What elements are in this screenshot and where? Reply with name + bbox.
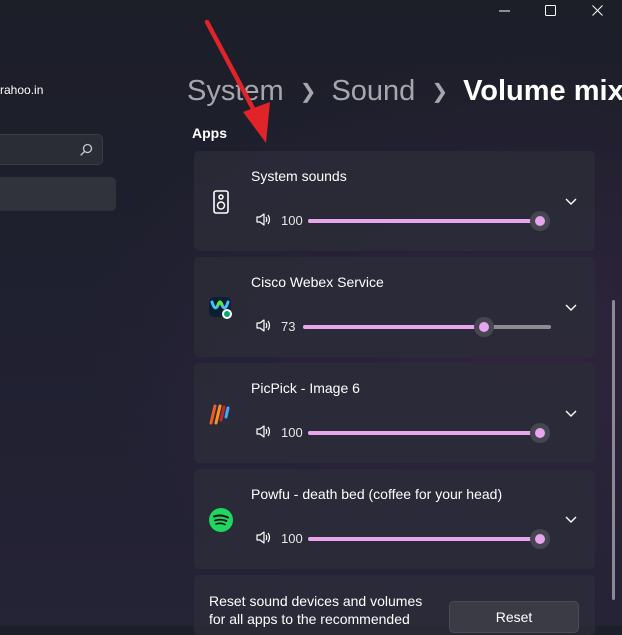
volume-slider-fill <box>308 431 540 435</box>
account-email: rahoo.in <box>0 83 44 97</box>
volume-slider[interactable] <box>308 423 550 443</box>
volume-slider-fill <box>303 325 485 329</box>
reset-card: Reset sound devices and volumes for all … <box>194 575 595 635</box>
maximize-button[interactable] <box>527 0 573 20</box>
chevron-down-icon[interactable] <box>565 407 577 419</box>
volume-value: 100 <box>281 531 303 546</box>
app-name: Cisco Webex Service <box>251 274 384 290</box>
app-card-system-sounds: System sounds 100 <box>194 151 595 251</box>
spotify-icon <box>209 508 233 532</box>
volume-slider[interactable] <box>308 211 550 231</box>
volume-slider-thumb[interactable] <box>530 211 550 231</box>
chevron-down-icon[interactable] <box>565 301 577 313</box>
picpick-icon <box>209 404 230 425</box>
breadcrumb-sound[interactable]: Sound <box>331 75 415 108</box>
app-card-webex: Cisco Webex Service 73 <box>194 257 595 357</box>
volume-value: 73 <box>281 319 296 334</box>
section-title-apps: Apps <box>192 125 227 141</box>
volume-slider[interactable] <box>308 529 550 549</box>
app-name: Powfu - death bed (coffee for your head) <box>251 486 503 502</box>
volume-slider-thumb[interactable] <box>530 529 550 549</box>
search-icon <box>80 143 93 156</box>
webex-icon <box>209 297 232 319</box>
breadcrumb: System ❯ Sound ❯ Volume mixer <box>187 72 622 110</box>
volume-icon[interactable] <box>255 317 272 334</box>
minimize-button[interactable] <box>481 0 527 20</box>
app-card-picpick: PicPick - Image 6 100 <box>194 363 595 463</box>
minimize-icon <box>498 10 510 11</box>
page-title: Volume mixer <box>463 74 622 107</box>
volume-slider-fill <box>308 219 540 223</box>
sidebar: rahoo.in <box>0 0 160 626</box>
chevron-right-icon: ❯ <box>431 80 449 103</box>
chevron-down-icon[interactable] <box>565 195 577 207</box>
volume-icon[interactable] <box>255 423 272 440</box>
volume-slider-thumb[interactable] <box>530 423 550 443</box>
app-card-spotify: Powfu - death bed (coffee for your head)… <box>194 469 595 569</box>
breadcrumb-system[interactable]: System <box>187 75 284 108</box>
app-name: PicPick - Image 6 <box>251 380 360 396</box>
close-icon <box>591 4 603 16</box>
volume-value: 100 <box>281 213 303 228</box>
app-name: System sounds <box>251 168 347 184</box>
volume-slider[interactable] <box>303 317 551 337</box>
sidebar-item-selected[interactable] <box>0 177 116 211</box>
volume-value: 100 <box>281 425 303 440</box>
chevron-down-icon[interactable] <box>565 513 577 525</box>
close-button[interactable] <box>574 0 620 20</box>
volume-icon[interactable] <box>255 529 272 546</box>
reset-button[interactable]: Reset <box>449 601 579 633</box>
volume-icon[interactable] <box>255 211 272 228</box>
scrollbar[interactable] <box>612 300 615 600</box>
reset-description: Reset sound devices and volumes for all … <box>209 593 423 627</box>
maximize-icon <box>544 4 556 16</box>
volume-slider-thumb[interactable] <box>474 317 495 337</box>
speaker-icon <box>213 190 229 214</box>
volume-slider-fill <box>308 537 540 541</box>
search-input[interactable] <box>0 134 103 165</box>
chevron-right-icon: ❯ <box>299 80 317 103</box>
